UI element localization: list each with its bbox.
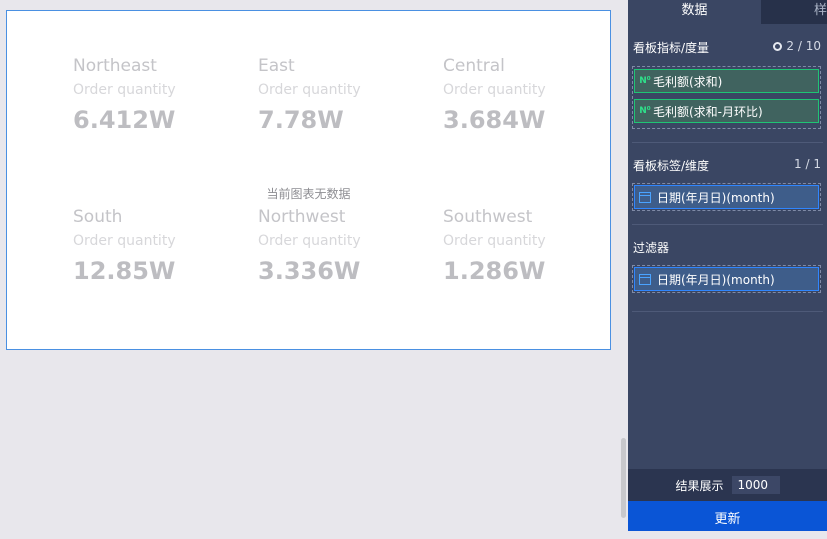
kpi-card-central: Central Order quantity 3.684W <box>443 56 546 134</box>
kpi-card-southwest: Southwest Order quantity 1.286W <box>443 207 546 285</box>
section-divider <box>632 224 823 225</box>
filter-field[interactable]: 日期(年月日)(month) <box>634 267 819 291</box>
result-limit-input[interactable] <box>731 476 780 494</box>
kpi-region: Northwest <box>258 207 346 227</box>
kpi-region: South <box>73 207 123 227</box>
kpi-value: 1.286W <box>443 257 546 285</box>
update-button[interactable]: 更新 <box>628 501 827 531</box>
result-limit-bar: 结果展示 <box>628 469 827 501</box>
config-panel: 数据 样 看板指标/度量 2 / 10 N⁰ 毛利额(求和) N⁰ 毛利额(求和… <box>628 0 827 531</box>
measures-drop-zone[interactable]: N⁰ 毛利额(求和) N⁰ 毛利额(求和-月环比) <box>632 66 821 129</box>
dimension-field-label: 日期(年月日)(month) <box>657 190 775 205</box>
number-type-icon: N⁰ <box>639 76 651 86</box>
filters-drop-zone[interactable]: 日期(年月日)(month) <box>632 265 821 293</box>
measure-field-label: 毛利额(求和) <box>653 74 723 89</box>
tab-data[interactable]: 数据 <box>628 0 761 24</box>
panel-tabs: 数据 样 <box>628 0 827 24</box>
kpi-region: East <box>258 56 295 76</box>
kpi-metric: Order quantity <box>443 82 546 98</box>
number-type-icon: N⁰ <box>639 106 651 116</box>
dimension-field[interactable]: 日期(年月日)(month) <box>634 185 819 209</box>
measure-field-label: 毛利额(求和-月环比) <box>653 104 763 119</box>
kpi-region: Central <box>443 56 505 76</box>
filter-field-label: 日期(年月日)(month) <box>657 272 775 287</box>
measures-count-text: 2 / 10 <box>786 39 821 53</box>
vertical-scrollbar[interactable] <box>621 438 626 518</box>
chart-canvas[interactable]: Northeast Order quantity 6.412W East Ord… <box>6 10 611 350</box>
kpi-card-south: South Order quantity 12.85W <box>73 207 176 285</box>
tab-style[interactable]: 样 <box>761 0 827 24</box>
kpi-value: 12.85W <box>73 257 176 285</box>
kpi-metric: Order quantity <box>73 233 176 249</box>
measures-count: 2 / 10 <box>773 39 821 53</box>
gear-icon[interactable] <box>773 42 783 51</box>
kpi-card-northwest: Northwest Order quantity 3.336W <box>258 207 361 285</box>
kpi-card-east: East Order quantity 7.78W <box>258 56 361 134</box>
kpi-metric: Order quantity <box>258 233 361 249</box>
dimensions-title: 看板标签/维度 <box>633 159 710 173</box>
section-divider <box>632 142 823 143</box>
calendar-icon <box>639 273 651 285</box>
measure-field[interactable]: N⁰ 毛利额(求和) <box>634 69 819 93</box>
kpi-region: Northeast <box>73 56 157 76</box>
section-divider <box>632 311 823 312</box>
dimensions-count: 1 / 1 <box>794 157 821 171</box>
calendar-icon <box>639 191 651 203</box>
dimensions-drop-zone[interactable]: 日期(年月日)(month) <box>632 183 821 211</box>
kpi-value: 6.412W <box>73 106 176 134</box>
kpi-card-northeast: Northeast Order quantity 6.412W <box>73 56 176 134</box>
kpi-metric: Order quantity <box>258 82 361 98</box>
filters-title: 过滤器 <box>633 241 670 255</box>
kpi-value: 3.684W <box>443 106 546 134</box>
result-limit-label: 结果展示 <box>675 478 724 493</box>
kpi-metric: Order quantity <box>73 82 176 98</box>
kpi-metric: Order quantity <box>443 233 546 249</box>
measure-field[interactable]: N⁰ 毛利额(求和-月环比) <box>634 99 819 123</box>
kpi-value: 3.336W <box>258 257 361 285</box>
measures-title: 看板指标/度量 <box>633 41 710 55</box>
kpi-value: 7.78W <box>258 106 344 134</box>
kpi-region: Southwest <box>443 207 533 227</box>
empty-data-message: 当前图表无数据 <box>266 187 351 201</box>
